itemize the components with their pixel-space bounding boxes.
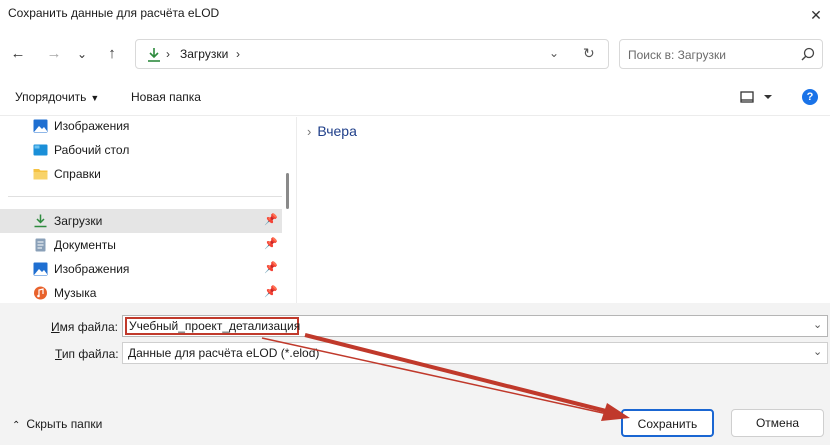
hide-folders-button[interactable]: ⌃ Скрыть папки bbox=[12, 417, 102, 431]
view-options-icon[interactable] bbox=[738, 89, 778, 107]
sidebar-item-label: Изображения bbox=[54, 119, 130, 133]
navigation-pane: Изображения Рабочий стол Справки Загрузк… bbox=[0, 117, 296, 303]
desktop-icon bbox=[33, 144, 48, 156]
back-button[interactable]: ← bbox=[7, 43, 29, 65]
filetype-label: Тип файла: bbox=[55, 347, 119, 361]
sidebar-item-label: Документы bbox=[54, 238, 116, 252]
save-button[interactable]: Сохранить bbox=[621, 409, 714, 437]
forward-button[interactable]: → bbox=[43, 43, 65, 65]
sidebar-item-label: Рабочий стол bbox=[54, 143, 130, 157]
group-label: Вчера bbox=[317, 123, 357, 139]
sidebar-item-label: Музыка bbox=[54, 286, 97, 300]
sidebar-item-images-pinned[interactable]: Изображения 📌 bbox=[0, 257, 282, 281]
pin-icon[interactable]: 📌 bbox=[264, 213, 278, 226]
close-icon[interactable]: ✕ bbox=[806, 5, 826, 25]
up-button[interactable]: ↑ bbox=[101, 43, 123, 65]
save-form: Имя файла: Учебный_проект_детализация ⌄ … bbox=[0, 303, 830, 445]
search-icon[interactable] bbox=[800, 46, 816, 62]
chevron-down-icon[interactable]: ⌄ bbox=[813, 318, 822, 331]
pin-icon[interactable]: 📌 bbox=[264, 237, 278, 250]
pin-icon[interactable]: 📌 bbox=[264, 261, 278, 274]
sidebar-item-documents[interactable]: Документы 📌 bbox=[0, 233, 282, 257]
group-header-yesterday[interactable]: › Вчера bbox=[307, 123, 357, 139]
address-row: ← → ⌄ ↑ › Загрузки › ⌄ ↻ Поиск в: Загруз… bbox=[0, 30, 830, 78]
chevron-right-icon: › bbox=[307, 124, 312, 139]
search-placeholder: Поиск в: Загрузки bbox=[628, 48, 726, 62]
help-icon[interactable]: ? bbox=[802, 89, 818, 105]
downloads-icon bbox=[34, 214, 47, 228]
filetype-value: Данные для расчёта eLOD (*.elod) bbox=[128, 346, 320, 360]
images-icon bbox=[33, 262, 48, 276]
toolbar: Упорядочить ▼ Новая папка ? bbox=[0, 78, 830, 116]
filename-field[interactable]: Учебный_проект_детализация ⌄ bbox=[122, 315, 828, 337]
breadcrumb-separator: › bbox=[166, 47, 170, 61]
organize-label: Упорядочить bbox=[15, 90, 87, 104]
title-bar: Сохранить данные для расчёта eLOD ✕ bbox=[0, 0, 830, 30]
chevron-down-icon[interactable]: ⌄ bbox=[813, 345, 822, 358]
organize-menu[interactable]: Упорядочить ▼ bbox=[15, 90, 99, 104]
address-bar[interactable]: › Загрузки › ⌄ ↻ bbox=[135, 39, 609, 69]
filename-value: Учебный_проект_детализация bbox=[129, 319, 301, 333]
sidebar-item-music[interactable]: Музыка 📌 bbox=[0, 281, 282, 305]
refresh-icon[interactable]: ↻ bbox=[583, 45, 595, 62]
sidebar-scrollbar[interactable] bbox=[286, 173, 289, 209]
search-input[interactable]: Поиск в: Загрузки bbox=[619, 39, 823, 69]
chevron-up-icon: ⌃ bbox=[12, 420, 21, 431]
music-icon bbox=[34, 286, 47, 300]
address-dropdown-icon[interactable]: ⌄ bbox=[549, 46, 559, 60]
new-folder-button[interactable]: Новая папка bbox=[131, 90, 201, 104]
sidebar-item-desktop[interactable]: Рабочий стол bbox=[0, 138, 282, 162]
sidebar-item-label: Загрузки bbox=[54, 214, 103, 228]
breadcrumb-downloads[interactable]: Загрузки bbox=[180, 47, 228, 61]
window-title: Сохранить данные для расчёта eLOD bbox=[8, 6, 220, 20]
breadcrumb-separator[interactable]: › bbox=[236, 47, 240, 61]
hide-folders-label: Скрыть папки bbox=[26, 417, 103, 431]
sidebar-item-downloads[interactable]: Загрузки 📌 bbox=[0, 209, 282, 233]
folder-icon bbox=[33, 169, 48, 180]
sidebar-item-images[interactable]: Изображения bbox=[0, 114, 282, 138]
documents-icon bbox=[35, 238, 46, 252]
history-dropdown-button[interactable]: ⌄ bbox=[71, 43, 93, 65]
sidebar-item-reference[interactable]: Справки bbox=[0, 162, 282, 186]
filetype-select[interactable]: Данные для расчёта eLOD (*.elod) ⌄ bbox=[122, 342, 828, 364]
file-list: › Вчера bbox=[297, 117, 830, 303]
sidebar-divider bbox=[8, 196, 282, 197]
downloads-icon bbox=[148, 48, 160, 62]
pin-icon[interactable]: 📌 bbox=[264, 285, 278, 298]
caret-down-icon: ▼ bbox=[90, 93, 100, 103]
cancel-button[interactable]: Отмена bbox=[731, 409, 824, 437]
sidebar-item-label: Изображения bbox=[54, 262, 130, 276]
sidebar-item-label: Справки bbox=[54, 167, 101, 181]
filename-label: Имя файла: bbox=[51, 320, 118, 334]
images-icon bbox=[33, 119, 48, 133]
